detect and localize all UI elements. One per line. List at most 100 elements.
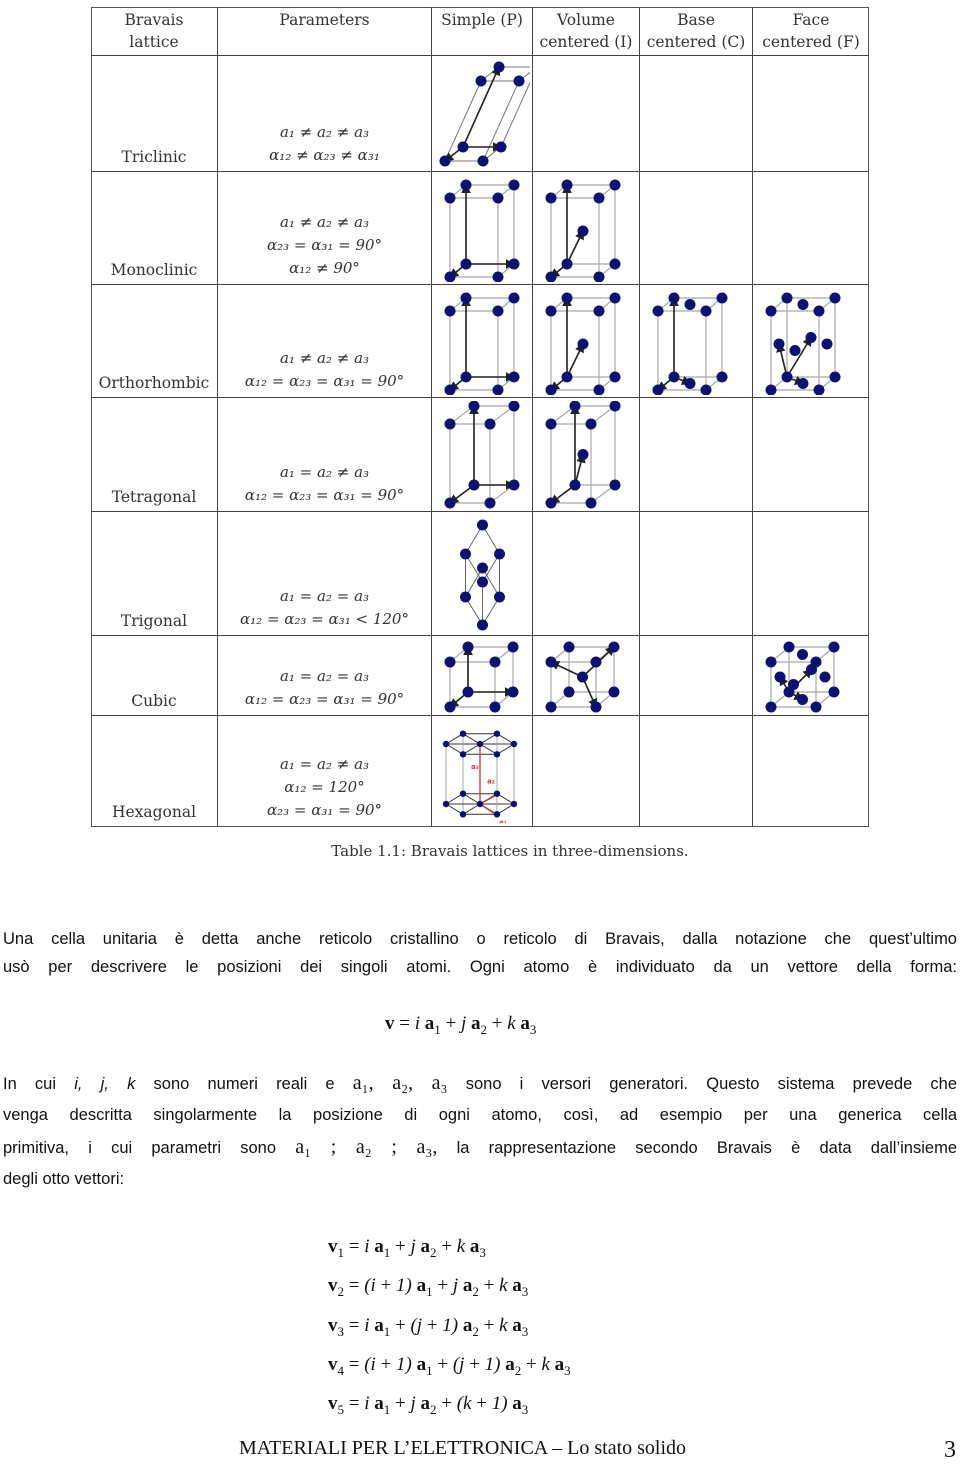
atom — [476, 740, 483, 748]
atom — [593, 271, 604, 282]
atom — [495, 141, 506, 152]
atom — [684, 298, 695, 310]
atom — [783, 641, 795, 652]
atom — [545, 701, 556, 712]
lattice-vector — [565, 342, 584, 377]
atom — [508, 292, 519, 303]
empty-cell — [753, 56, 869, 172]
lattice-cell-hexagonal-P: a₃ a₂ a₁ — [432, 716, 533, 826]
parameter-line: a₁ = a₂ = a₃ — [279, 667, 370, 685]
paragraph-2-line-2: venga descritta singolarmente la posizio… — [3, 1106, 957, 1124]
parameter-line: a₁ = a₂ ≠ a₃ — [279, 755, 370, 773]
atom — [444, 497, 455, 508]
parameter-line: α₁₂ = α₂₃ = α₃₁ = 90° — [244, 690, 405, 708]
vector-equation-4: v4 = (i + 1) a1 + (j + 1) a2 + k a3 — [328, 1353, 571, 1378]
atom — [493, 751, 500, 758]
atom — [489, 656, 500, 667]
atom — [484, 418, 495, 429]
atom — [813, 384, 825, 395]
parameter-line: α₂₃ = α₃₁ = 90° — [266, 801, 383, 819]
lattice-diagram — [765, 292, 841, 395]
atom — [507, 686, 518, 697]
lattice-name: Tetragonal — [111, 488, 197, 506]
vector-label: a₃ — [471, 763, 479, 771]
atom — [444, 384, 455, 395]
text: sono i versori generatori. Questo sistem… — [465, 1075, 958, 1093]
lattice-diagram: a₃ a₂ a₁ — [442, 730, 517, 823]
lattice-diagram — [444, 292, 519, 395]
atom — [545, 305, 556, 316]
vector-equation-2: v2 = (i + 1) a1 + j a2 + k a3 — [328, 1275, 529, 1300]
atom — [593, 384, 604, 395]
lattice-diagram — [444, 641, 518, 712]
atom — [773, 338, 785, 349]
empty-cell — [533, 56, 640, 172]
lattice-cell-cubic-I — [533, 636, 640, 716]
empty-cell — [640, 512, 753, 636]
atom — [444, 305, 455, 316]
atom — [593, 305, 604, 316]
atom — [459, 790, 466, 797]
vectors: a₁ ; a₂ ; a₃, — [295, 1136, 438, 1158]
empty-cell — [753, 398, 869, 512]
lattice-diagram — [444, 400, 519, 508]
lattice-diagram — [652, 292, 727, 395]
atom — [444, 656, 455, 667]
lattice-name-trigonal: Trigonal — [91, 512, 218, 636]
atom — [561, 371, 572, 382]
atom — [475, 75, 486, 86]
empty-cell — [640, 172, 753, 285]
header-text-line: Bravais — [124, 11, 184, 29]
atom — [819, 671, 831, 682]
paragraph-1-line-2: usò per descrivere le posizioni dei sing… — [3, 958, 957, 976]
atom — [577, 448, 588, 460]
atom — [810, 701, 822, 712]
atom — [492, 192, 503, 203]
empty-cell — [753, 512, 869, 636]
atom — [508, 479, 519, 490]
atom — [563, 641, 574, 652]
atom — [484, 497, 495, 508]
parameter-line: a₁ ≠ a₂ ≠ a₃ — [279, 349, 370, 367]
lattice-cell-orthorhombic-I — [533, 285, 640, 398]
atom — [493, 548, 505, 559]
atom — [716, 292, 727, 303]
atom — [821, 338, 833, 349]
parameters-cubic: a₁ = a₂ = a₃ α₁₂ = α₂₃ = α₃₁ = 90° — [218, 636, 432, 716]
parameters-orthorhombic: a₁ ≠ a₂ ≠ a₃ α₁₂ = α₂₃ = α₃₁ = 90° — [218, 285, 432, 398]
table-caption: Table 1.1: Bravais lattices in three-dim… — [331, 842, 689, 860]
table-header-0: Bravais lattice — [91, 7, 218, 56]
lattice-vector — [565, 229, 584, 264]
vector-equation-3: v3 = i a1 + (j + 1) a2 + k a3 — [328, 1314, 529, 1339]
atom — [765, 656, 777, 667]
parameter-line: a₁ ≠ a₂ ≠ a₃ — [279, 123, 370, 141]
atom — [781, 371, 793, 382]
table-header-1: Parameters — [218, 7, 432, 56]
atom — [459, 591, 471, 602]
paragraph-2-line-1: In cui i, j, k sono numeri reali e a₁, a… — [3, 1067, 957, 1100]
parameter-line: α₁₂ = α₂₃ = α₃₁ < 120° — [240, 610, 409, 628]
atom — [590, 656, 601, 667]
atom — [593, 192, 604, 203]
atom — [569, 400, 580, 411]
empty-cell — [753, 172, 869, 285]
atom — [493, 61, 504, 72]
atom — [492, 271, 503, 282]
atom — [590, 701, 601, 712]
atom — [493, 730, 500, 737]
atom — [460, 371, 471, 382]
atom — [460, 179, 471, 190]
atom — [783, 686, 795, 697]
atom — [493, 591, 505, 602]
empty-cell — [753, 716, 869, 826]
atom — [476, 619, 488, 630]
atom — [476, 519, 488, 530]
atom — [563, 686, 574, 697]
atom — [460, 292, 471, 303]
lattice-cell-orthorhombic-F — [753, 285, 869, 398]
atom — [444, 418, 455, 429]
atom — [457, 141, 468, 152]
vector-equations: v1 = i a1 + j a2 + k a3 v2 = (i + 1) a1 +… — [328, 1230, 571, 1426]
atom — [510, 740, 517, 748]
atom — [797, 298, 809, 310]
